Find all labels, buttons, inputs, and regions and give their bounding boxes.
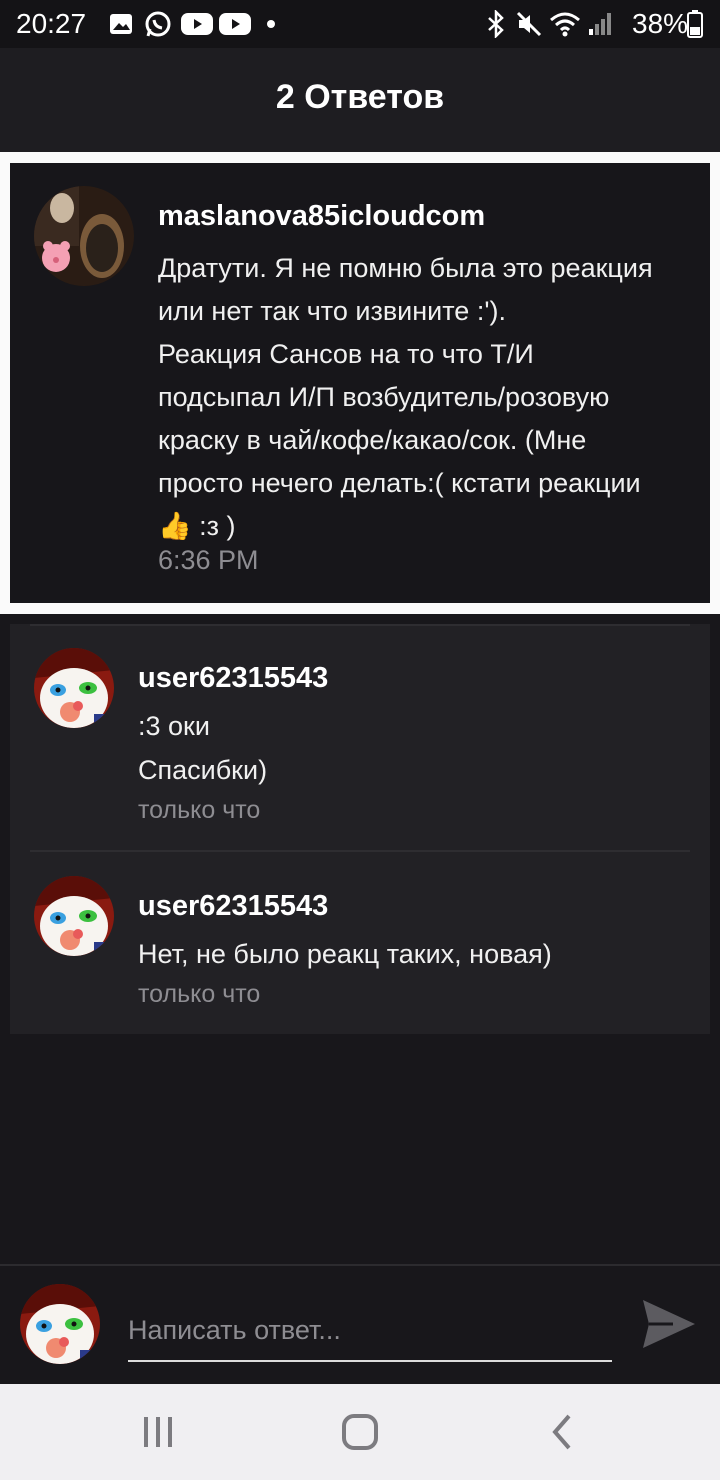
back-icon [552, 1414, 571, 1450]
comment-line: 👍 :з ) [158, 511, 236, 541]
youtube-icon [180, 10, 214, 38]
page-title: 2 Ответов [275, 78, 445, 116]
battery-percent: 38% [632, 8, 689, 39]
reply-timestamp: только что [138, 796, 261, 824]
comment-line: Реакция Сансов на то что Т/И [158, 339, 534, 369]
avatar[interactable] [34, 186, 134, 286]
avatar [20, 1284, 100, 1364]
comment-author[interactable]: maslanova85icloudcom [158, 200, 485, 233]
reply-text: Спасибки) [138, 755, 268, 785]
reply-timestamp: только что [138, 980, 261, 1008]
comment-timestamp: 6:36 PM [158, 545, 259, 575]
comment-line: подсыпал И/П возбудитель/розовую [158, 382, 610, 412]
status-time: 20:27 [16, 8, 87, 39]
bluetooth-icon [484, 10, 508, 38]
send-button[interactable] [636, 1292, 702, 1356]
avatar[interactable] [34, 876, 114, 956]
reply-item [10, 624, 710, 850]
divider [30, 850, 690, 852]
reply-text: :3 оки [138, 711, 210, 741]
youtube-icon [218, 10, 252, 38]
comment-line: Дратути. Я не помню была это реакция [158, 253, 653, 283]
dot-icon [264, 10, 278, 38]
wifi-icon [548, 10, 582, 38]
reply-input[interactable] [128, 1300, 612, 1362]
whatsapp-icon [142, 10, 174, 38]
replies-header: 2 Ответов [0, 48, 720, 152]
back-button[interactable] [532, 1408, 592, 1456]
comment-text: Дратути. Я не помню была это реакция или… [158, 247, 698, 548]
avatar[interactable] [34, 648, 114, 728]
gallery-icon [108, 10, 134, 38]
recent-apps-button[interactable] [128, 1408, 188, 1456]
reply-text: Нет, не было реакц таких, новая) [138, 939, 552, 969]
reply-author[interactable]: user62315543 [138, 662, 328, 695]
comment-line: просто нечего делать:( кстати реакции [158, 468, 641, 498]
send-icon [643, 1300, 695, 1348]
comment-line: или нет так что извините :'). [158, 296, 506, 326]
home-icon [342, 1414, 378, 1450]
status-bar: 20:27 38% [0, 0, 720, 48]
comment-line: краску в чай/кофе/какао/сок. (Мне [158, 425, 587, 455]
home-button[interactable] [330, 1408, 390, 1456]
divider [30, 624, 690, 626]
signal-icon [586, 10, 614, 38]
battery-icon [686, 10, 704, 38]
recent-apps-icon [144, 1417, 172, 1447]
mute-icon [514, 10, 544, 38]
reply-author[interactable]: user62315543 [138, 890, 328, 923]
